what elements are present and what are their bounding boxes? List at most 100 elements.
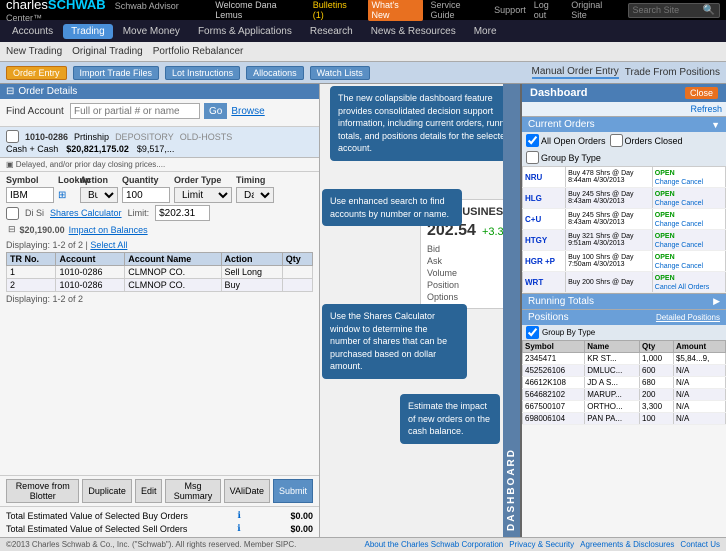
- open-status: OPEN: [655, 191, 675, 198]
- table-row[interactable]: 2 1010-0286 CLMNOP CO. Buy: [7, 279, 313, 292]
- cancel-all-link[interactable]: Cancel All Orders: [655, 284, 709, 291]
- whats-new-link[interactable]: What's New: [368, 0, 423, 21]
- close-dashboard-btn[interactable]: Close: [685, 87, 718, 99]
- dashboard-title: Dashboard: [530, 87, 587, 99]
- footer-link-privacy[interactable]: Privacy & Security: [509, 540, 574, 549]
- timing-select[interactable]: DayGTC: [236, 187, 274, 203]
- order-type-select[interactable]: LimitMarket: [174, 187, 232, 203]
- quantity-input[interactable]: [122, 187, 170, 203]
- footer-link-about[interactable]: About the Charles Schwab Corporation: [365, 540, 504, 549]
- position-row: 2345471 KR ST... 1,000 $5,84...9,: [523, 353, 726, 365]
- nav-research[interactable]: Research: [302, 24, 361, 39]
- bulletins-link[interactable]: Bulletins (1): [313, 0, 360, 20]
- search-icon[interactable]: 🔍: [703, 5, 715, 16]
- middle-panel: The new collapsible dashboard feature pr…: [320, 84, 503, 537]
- nav-forms[interactable]: Forms & Applications: [190, 24, 300, 39]
- footer-link-agreements[interactable]: Agreements & Disclosures: [580, 540, 674, 549]
- running-totals-expand[interactable]: ▶: [713, 296, 720, 307]
- order-entry-btn[interactable]: Order Entry: [6, 66, 67, 80]
- shares-calc-tooltip: Use the Shares Calculator window to dete…: [322, 304, 467, 379]
- find-account-section: Find Account Go Browse: [0, 99, 319, 127]
- change-cancel-link[interactable]: Change Cancel: [655, 263, 703, 270]
- change-cancel-link[interactable]: Change Cancel: [655, 200, 703, 207]
- duplicate-btn[interactable]: Duplicate: [82, 479, 132, 503]
- group-by-type-label: Group By Type: [542, 328, 595, 337]
- account-number: 1010-0286: [25, 132, 68, 142]
- positions-list: Symbol Name Qty Amount 2345471 KR ST... …: [522, 340, 726, 425]
- est-value-amount: $20,190.00: [20, 225, 65, 235]
- watch-lists-btn[interactable]: Watch Lists: [310, 66, 370, 80]
- support-link[interactable]: Support: [494, 5, 526, 15]
- position-row: 452526106 DMLUC... 600 N/A: [523, 365, 726, 377]
- msg-summary-btn[interactable]: Msg Summary: [165, 479, 220, 503]
- original-site-link[interactable]: Original Site: [571, 0, 619, 20]
- di-si-checkbox[interactable]: [6, 207, 19, 220]
- top-links: Welcome Dana Lemus Bulletins (1) What's …: [215, 0, 720, 21]
- detailed-positions-link[interactable]: Detailed Positions: [656, 313, 720, 322]
- validate-btn[interactable]: VAliDate: [224, 479, 270, 503]
- select-all-link[interactable]: Select All: [90, 240, 127, 250]
- manual-order-entry-tab[interactable]: Manual Order Entry: [532, 66, 619, 79]
- minus-icon[interactable]: ⊟: [6, 86, 14, 97]
- limit-input[interactable]: [155, 205, 210, 221]
- est-value: $9,517,...: [137, 144, 175, 154]
- symbol-input[interactable]: [6, 187, 54, 203]
- group-by-type-checkbox[interactable]: [526, 326, 539, 339]
- search-input[interactable]: [633, 5, 703, 15]
- col-account-name: Account Name: [125, 253, 221, 266]
- table-row[interactable]: 1 1010-0286 CLMNOP CO. Sell Long: [7, 266, 313, 279]
- nav-move-money[interactable]: Move Money: [115, 24, 188, 39]
- import-trade-btn[interactable]: Import Trade Files: [73, 66, 160, 80]
- order-row: WRT Buy 200 Shrs @ Day OPEN Cancel All O…: [523, 272, 726, 293]
- nav-more[interactable]: More: [466, 24, 505, 39]
- order-controls: All Open Orders Orders Closed Group By T…: [522, 132, 726, 166]
- col-qty: Qty: [282, 253, 312, 266]
- footer-links: About the Charles Schwab Corporation Pri…: [365, 540, 721, 549]
- find-account-input[interactable]: [70, 103, 200, 119]
- edit-btn[interactable]: Edit: [135, 479, 163, 503]
- ask-label: Ask: [427, 256, 503, 266]
- position-row: 564682102 MARUP... 200 N/A: [523, 389, 726, 401]
- trade-from-positions-tab[interactable]: Trade From Positions: [625, 67, 720, 78]
- order-symbol: WRT: [523, 272, 566, 293]
- order-details: Buy 478 Shrs @ Day 8:44am 4/30/2013: [566, 167, 653, 188]
- account-checkbox[interactable]: [6, 130, 19, 143]
- change-cancel-link[interactable]: Change Cancel: [655, 221, 703, 228]
- current-orders-expand[interactable]: ▼: [711, 120, 720, 130]
- group-by-checkbox[interactable]: [526, 151, 539, 164]
- service-guide-link[interactable]: Service Guide: [431, 0, 487, 20]
- nav-trading[interactable]: Trading: [63, 24, 113, 39]
- sub-nav-portfolio[interactable]: Portfolio Rebalancer: [153, 46, 244, 57]
- nav-news[interactable]: News & Resources: [363, 24, 464, 39]
- action-select[interactable]: BuySell: [80, 187, 118, 203]
- orders-closed-checkbox[interactable]: [610, 134, 623, 147]
- browse-link[interactable]: Browse: [231, 106, 264, 117]
- estimate-tooltip-text: Estimate the impact of new orders on the…: [408, 401, 490, 436]
- refresh-link[interactable]: Refresh: [690, 104, 722, 114]
- remove-blotter-btn[interactable]: Remove from Blotter: [6, 479, 79, 503]
- go-button[interactable]: Go: [204, 103, 227, 119]
- sub-nav-original-trading[interactable]: Original Trading: [72, 46, 143, 57]
- position-row: 46612K108 JD A S... 680 N/A: [523, 377, 726, 389]
- cash-value: $20,821,175.02: [66, 144, 129, 154]
- sub-nav: New Trading Original Trading Portfolio R…: [0, 42, 726, 62]
- col-account: Account: [56, 253, 125, 266]
- top-bar: charlesSCHWAB Schwab Advisor Center™ Wel…: [0, 0, 726, 20]
- buy-total-value: $0.00: [290, 511, 313, 521]
- footer-link-contact[interactable]: Contact Us: [680, 540, 720, 549]
- open-status: OPEN: [655, 170, 675, 177]
- shares-calculator-link[interactable]: Shares Calculator: [50, 208, 122, 218]
- submit-btn[interactable]: Submit: [273, 479, 313, 503]
- sell-total-value: $0.00: [290, 524, 313, 534]
- lot-instructions-btn[interactable]: Lot Instructions: [165, 66, 240, 80]
- nav-accounts[interactable]: Accounts: [4, 24, 61, 39]
- sub-nav-new-trading[interactable]: New Trading: [6, 46, 62, 57]
- change-cancel-link[interactable]: Change Cancel: [655, 242, 703, 249]
- search-tooltip: Use enhanced search to find accounts by …: [322, 189, 462, 226]
- lookup-icon[interactable]: ⊞: [58, 190, 78, 201]
- change-cancel-link[interactable]: Change Cancel: [655, 179, 703, 186]
- impact-link[interactable]: Impact on Balances: [69, 225, 148, 235]
- logout-link[interactable]: Log out: [534, 0, 564, 20]
- all-open-checkbox[interactable]: [526, 134, 539, 147]
- allocations-btn[interactable]: Allocations: [246, 66, 304, 80]
